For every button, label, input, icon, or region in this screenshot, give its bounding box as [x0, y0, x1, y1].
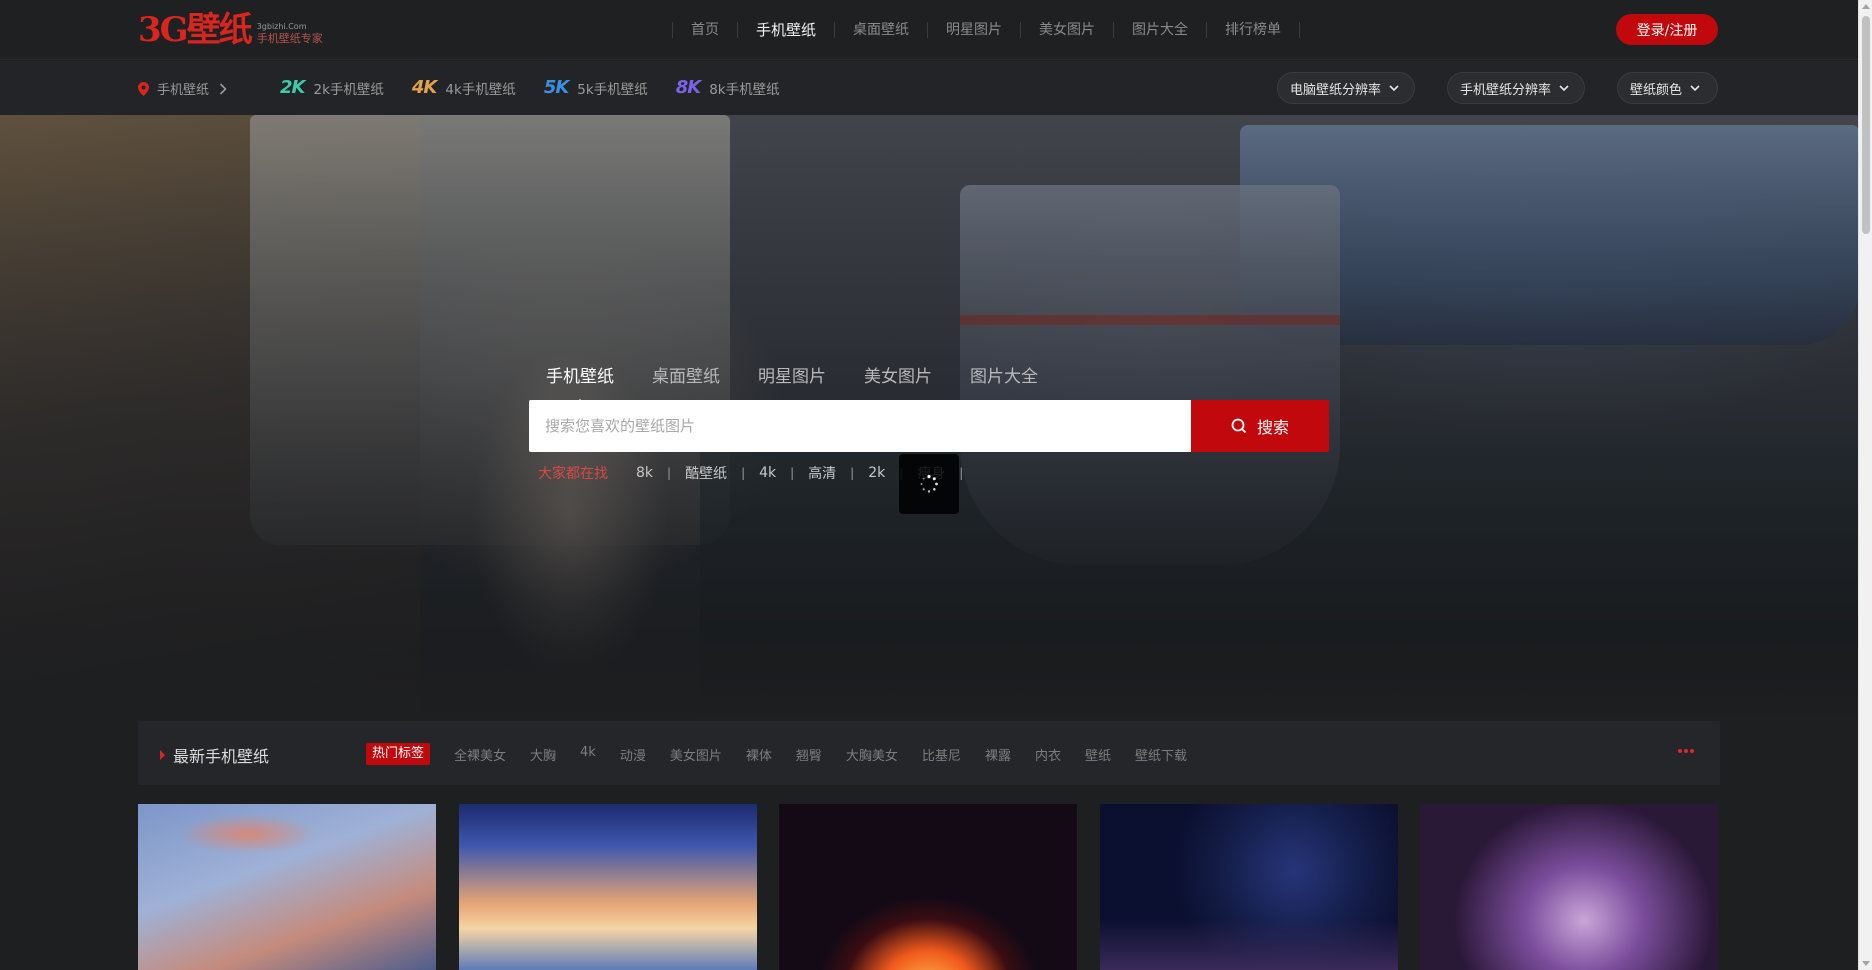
breadcrumb-label: 手机壁纸: [157, 83, 210, 98]
hot-keyword[interactable]: 4k: [759, 465, 776, 481]
5k-badge-icon: 5K: [543, 77, 570, 98]
section-title[interactable]: 最新手机壁纸: [160, 743, 269, 767]
res-link-5k[interactable]: 5K 5k手机壁纸: [544, 77, 648, 98]
divider: |: [790, 466, 795, 480]
search-icon: [1231, 418, 1247, 434]
hot-tag[interactable]: 4k: [580, 745, 596, 764]
nav-celebrity[interactable]: 明星图片: [927, 22, 1020, 38]
divider: |: [850, 466, 855, 480]
hot-tag[interactable]: 翘臀: [796, 745, 822, 764]
filter-bar: 手机壁纸 2K 2k手机壁纸 4K 4k手机壁纸 5K 5k手机壁纸 8K 8k…: [0, 61, 1858, 115]
hot-tag[interactable]: 壁纸: [1085, 745, 1111, 764]
res-label: 5k手机壁纸: [577, 81, 648, 98]
logo-mark: 3G壁纸: [138, 10, 253, 50]
res-link-8k[interactable]: 8K 8k手机壁纸: [676, 77, 780, 98]
hot-tags-badge: 热门标签: [366, 743, 431, 765]
nav-phone-wallpaper[interactable]: 手机壁纸: [737, 22, 834, 38]
4k-badge-icon: 4K: [411, 77, 438, 98]
wallpaper-thumbnail[interactable]: [779, 804, 1077, 970]
search-button[interactable]: 搜索: [1191, 400, 1329, 452]
hot-tag[interactable]: 比基尼: [922, 745, 961, 764]
hot-keyword[interactable]: 高清: [808, 463, 836, 483]
chevron-right-icon: [219, 82, 227, 95]
hot-tag[interactable]: 裸露: [985, 745, 1011, 764]
chevron-down-icon: [1690, 84, 1700, 91]
search-box: 搜索: [529, 400, 1329, 452]
phone-resolution-dropdown[interactable]: 手机壁纸分辨率: [1447, 72, 1585, 104]
wallpaper-grid: [138, 804, 1720, 970]
scroll-up-arrow-icon[interactable]: [1862, 4, 1870, 9]
latest-wallpapers-header: 最新手机壁纸 热门标签 全裸美女 大胸 4k 动漫 美女图片 裸体 翘臀 大胸美…: [138, 721, 1720, 785]
dropdown-label: 电脑壁纸分辨率: [1290, 82, 1382, 98]
chevron-down-icon: [1389, 84, 1399, 91]
loading-spinner-icon: [899, 454, 959, 514]
chevron-down-icon: [1559, 84, 1569, 91]
hot-searches-label: 大家都在找: [538, 466, 608, 482]
tab-phone-wallpaper[interactable]: 手机壁纸: [546, 362, 614, 405]
top-header: 3G壁纸 3gbizhi.Com 手机壁纸专家 首页 手机壁纸 桌面壁纸 明星图…: [0, 0, 1858, 60]
hot-tag[interactable]: 全裸美女: [454, 745, 506, 764]
pc-resolution-dropdown[interactable]: 电脑壁纸分辨率: [1277, 72, 1415, 104]
triangle-marker-icon: [160, 750, 165, 760]
hot-keyword[interactable]: 酷壁纸: [685, 463, 727, 483]
hot-tag-list: 全裸美女 大胸 4k 动漫 美女图片 裸体 翘臀 大胸美女 比基尼 裸露 内衣 …: [454, 745, 1211, 764]
res-label: 4k手机壁纸: [445, 81, 516, 98]
scroll-down-arrow-icon[interactable]: [1862, 961, 1870, 966]
tab-desktop-wallpaper[interactable]: 桌面壁纸: [652, 362, 720, 387]
tab-celebrity[interactable]: 明星图片: [758, 362, 826, 387]
hot-tag[interactable]: 内衣: [1035, 745, 1061, 764]
tab-beauty[interactable]: 美女图片: [864, 362, 932, 387]
nav-desktop-wallpaper[interactable]: 桌面壁纸: [834, 22, 927, 38]
divider: |: [667, 466, 672, 480]
wallpaper-thumbnail[interactable]: [459, 804, 757, 970]
page-scrollbar[interactable]: [1858, 0, 1872, 970]
main-nav: 首页 手机壁纸 桌面壁纸 明星图片 美女图片 图片大全 排行榜单: [672, 18, 1301, 42]
color-dropdown[interactable]: 壁纸颜色: [1617, 72, 1718, 104]
search-button-label: 搜索: [1256, 418, 1289, 437]
hot-tag[interactable]: 美女图片: [670, 745, 722, 764]
res-link-2k[interactable]: 2K 2k手机壁纸: [280, 77, 384, 98]
hot-keyword[interactable]: 2k: [868, 465, 885, 481]
resolution-links: 2K 2k手机壁纸 4K 4k手机壁纸 5K 5k手机壁纸 8K 8k手机壁纸: [280, 77, 808, 98]
res-link-4k[interactable]: 4K 4k手机壁纸: [412, 77, 516, 98]
nav-gallery[interactable]: 图片大全: [1113, 22, 1206, 38]
tab-gallery[interactable]: 图片大全: [970, 362, 1038, 387]
dropdown-label: 壁纸颜色: [1630, 82, 1683, 98]
wallpaper-thumbnail[interactable]: [1420, 804, 1718, 970]
hot-keyword[interactable]: 8k: [636, 465, 653, 481]
scrollbar-thumb[interactable]: [1862, 16, 1870, 234]
2k-badge-icon: 2K: [280, 77, 306, 98]
divider: |: [959, 466, 964, 480]
wallpaper-thumbnail[interactable]: [1100, 804, 1398, 970]
divider: |: [741, 466, 746, 480]
search-category-tabs: 手机壁纸 桌面壁纸 明星图片 美女图片 图片大全: [546, 362, 1076, 405]
nav-home[interactable]: 首页: [672, 22, 737, 38]
nav-beauty[interactable]: 美女图片: [1020, 22, 1113, 38]
dropdown-label: 手机壁纸分辨率: [1460, 82, 1552, 98]
wallpaper-thumbnail[interactable]: [138, 804, 436, 970]
location-pin-icon: [138, 81, 149, 96]
more-options-icon[interactable]: [1678, 749, 1696, 753]
hot-tag[interactable]: 裸体: [746, 745, 772, 764]
hot-tag[interactable]: 壁纸下载: [1135, 745, 1187, 764]
section-title-label: 最新手机壁纸: [173, 747, 270, 766]
res-label: 8k手机壁纸: [709, 81, 780, 98]
search-input[interactable]: [529, 400, 1191, 452]
hot-tag[interactable]: 大胸: [530, 745, 556, 764]
login-register-button[interactable]: 登录/注册: [1616, 14, 1718, 45]
logo-subtext: 3gbizhi.Com 手机壁纸专家: [257, 21, 323, 45]
nav-ranking[interactable]: 排行榜单: [1206, 22, 1301, 38]
hot-tag[interactable]: 大胸美女: [846, 745, 898, 764]
res-label: 2k手机壁纸: [313, 81, 384, 98]
hot-tag[interactable]: 动漫: [620, 745, 646, 764]
8k-badge-icon: 8K: [675, 77, 702, 98]
breadcrumb[interactable]: 手机壁纸: [138, 79, 227, 98]
logo-tagline: 手机壁纸专家: [256, 32, 323, 45]
site-logo[interactable]: 3G壁纸 3gbizhi.Com 手机壁纸专家: [138, 12, 323, 48]
